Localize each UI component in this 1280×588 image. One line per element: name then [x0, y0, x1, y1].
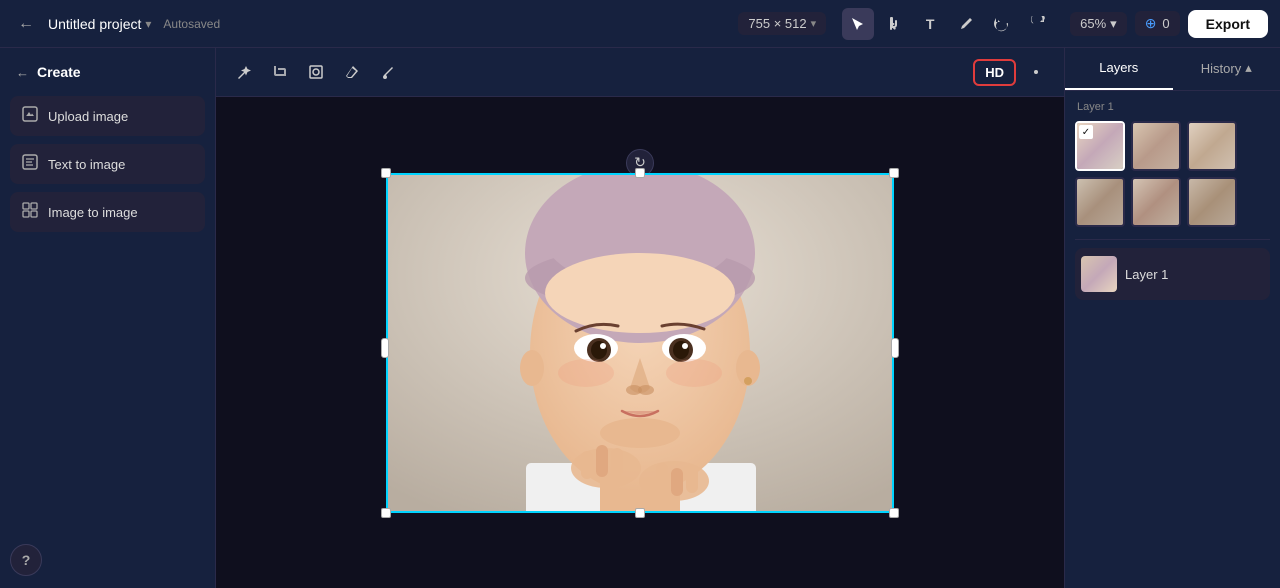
undo-button[interactable]	[986, 8, 1018, 40]
project-name-label: Untitled project	[48, 16, 141, 32]
help-button[interactable]: ?	[10, 544, 42, 576]
image-to-image-icon	[22, 202, 38, 222]
text-to-image-icon	[22, 154, 38, 174]
eraser-tool-button[interactable]	[336, 56, 368, 88]
history-tab-label: History	[1201, 61, 1241, 76]
collab-count-label: 0	[1162, 16, 1169, 31]
secondary-toolbar: HD	[216, 48, 1064, 97]
layer-thumb-6[interactable]	[1187, 177, 1237, 227]
zoom-control[interactable]: 65% ▾	[1070, 12, 1127, 36]
text-tool-button[interactable]: T	[914, 8, 946, 40]
canvas-viewport[interactable]: ↻	[216, 97, 1064, 588]
redo-button[interactable]	[1022, 8, 1054, 40]
layer-thumb-1[interactable]: ✓	[1075, 121, 1125, 171]
export-button[interactable]: Export	[1188, 10, 1268, 38]
canvas-size-label: 755 × 512	[748, 16, 806, 31]
magic-wand-tool-button[interactable]	[228, 56, 260, 88]
canvas-image-wrap[interactable]: ↻	[386, 173, 894, 513]
check-icon: ✓	[1079, 125, 1093, 139]
project-name[interactable]: Untitled project ▾	[48, 16, 151, 32]
tab-history[interactable]: History ▴	[1173, 48, 1280, 90]
enhance-button[interactable]	[1020, 56, 1052, 88]
right-sidebar: Layers History ▴ Layer 1 ✓	[1064, 48, 1280, 588]
topbar: ← Untitled project ▾ Autosaved 755 × 512…	[0, 0, 1280, 48]
text-to-image-label: Text to image	[48, 157, 125, 172]
topbar-right: 65% ▾ ⊕ 0 Export	[1070, 10, 1268, 38]
pen-tool-button[interactable]	[950, 8, 982, 40]
layer-entry[interactable]: Layer 1	[1075, 248, 1270, 300]
create-header: ← Create	[10, 60, 205, 84]
select-tool-button[interactable]	[842, 8, 874, 40]
zoom-level-label: 65%	[1080, 16, 1106, 31]
layer-entry-thumb	[1081, 256, 1117, 292]
image-to-image-label: Image to image	[48, 205, 138, 220]
crop-tool-button[interactable]	[264, 56, 296, 88]
create-back-icon: ←	[16, 65, 29, 80]
layer-divider	[1075, 239, 1270, 240]
project-chevron-icon: ▾	[145, 17, 151, 31]
layer-thumb-2[interactable]	[1131, 121, 1181, 171]
sidebar-item-upload-image[interactable]: Upload image	[10, 96, 205, 136]
layer-thumb-4[interactable]	[1075, 177, 1125, 227]
zoom-chevron-icon: ▾	[1110, 16, 1117, 32]
brush-tool-button[interactable]	[372, 56, 404, 88]
layer-thumbnails: ✓	[1075, 121, 1270, 227]
collab-icon: ⊕	[1145, 15, 1157, 32]
sidebar-item-text-to-image[interactable]: Text to image	[10, 144, 205, 184]
canvas-size-chevron-icon: ▾	[811, 17, 817, 30]
canvas-area: HD ↻	[216, 48, 1064, 588]
hand-tool-button[interactable]	[878, 8, 910, 40]
autosaved-label: Autosaved	[163, 17, 220, 31]
layer-group-label: Layer 1	[1075, 101, 1270, 113]
collab-button[interactable]: ⊕ 0	[1135, 11, 1180, 36]
left-sidebar: ← Create Upload image Text to image Imag…	[0, 48, 216, 588]
sidebar-bottom: ?	[10, 544, 205, 576]
back-button[interactable]: ←	[12, 10, 40, 38]
upload-image-label: Upload image	[48, 109, 128, 124]
topbar-tools: T	[842, 8, 1054, 40]
tab-layers[interactable]: Layers	[1065, 48, 1173, 90]
upload-image-icon	[22, 106, 38, 126]
history-chevron-icon: ▴	[1245, 60, 1252, 76]
layer-entry-name: Layer 1	[1125, 267, 1168, 282]
layer-thumb-5[interactable]	[1131, 177, 1181, 227]
hd-button[interactable]: HD	[973, 59, 1016, 86]
create-label: Create	[37, 64, 81, 80]
right-tabs: Layers History ▴	[1065, 48, 1280, 91]
main-area: ← Create Upload image Text to image Imag…	[0, 48, 1280, 588]
layer-thumb-3[interactable]	[1187, 121, 1237, 171]
layers-content: Layer 1 ✓	[1065, 91, 1280, 588]
sidebar-item-image-to-image[interactable]: Image to image	[10, 192, 205, 232]
canvas-image	[386, 173, 894, 513]
frame-tool-button[interactable]	[300, 56, 332, 88]
canvas-size-control[interactable]: 755 × 512 ▾	[738, 12, 826, 35]
